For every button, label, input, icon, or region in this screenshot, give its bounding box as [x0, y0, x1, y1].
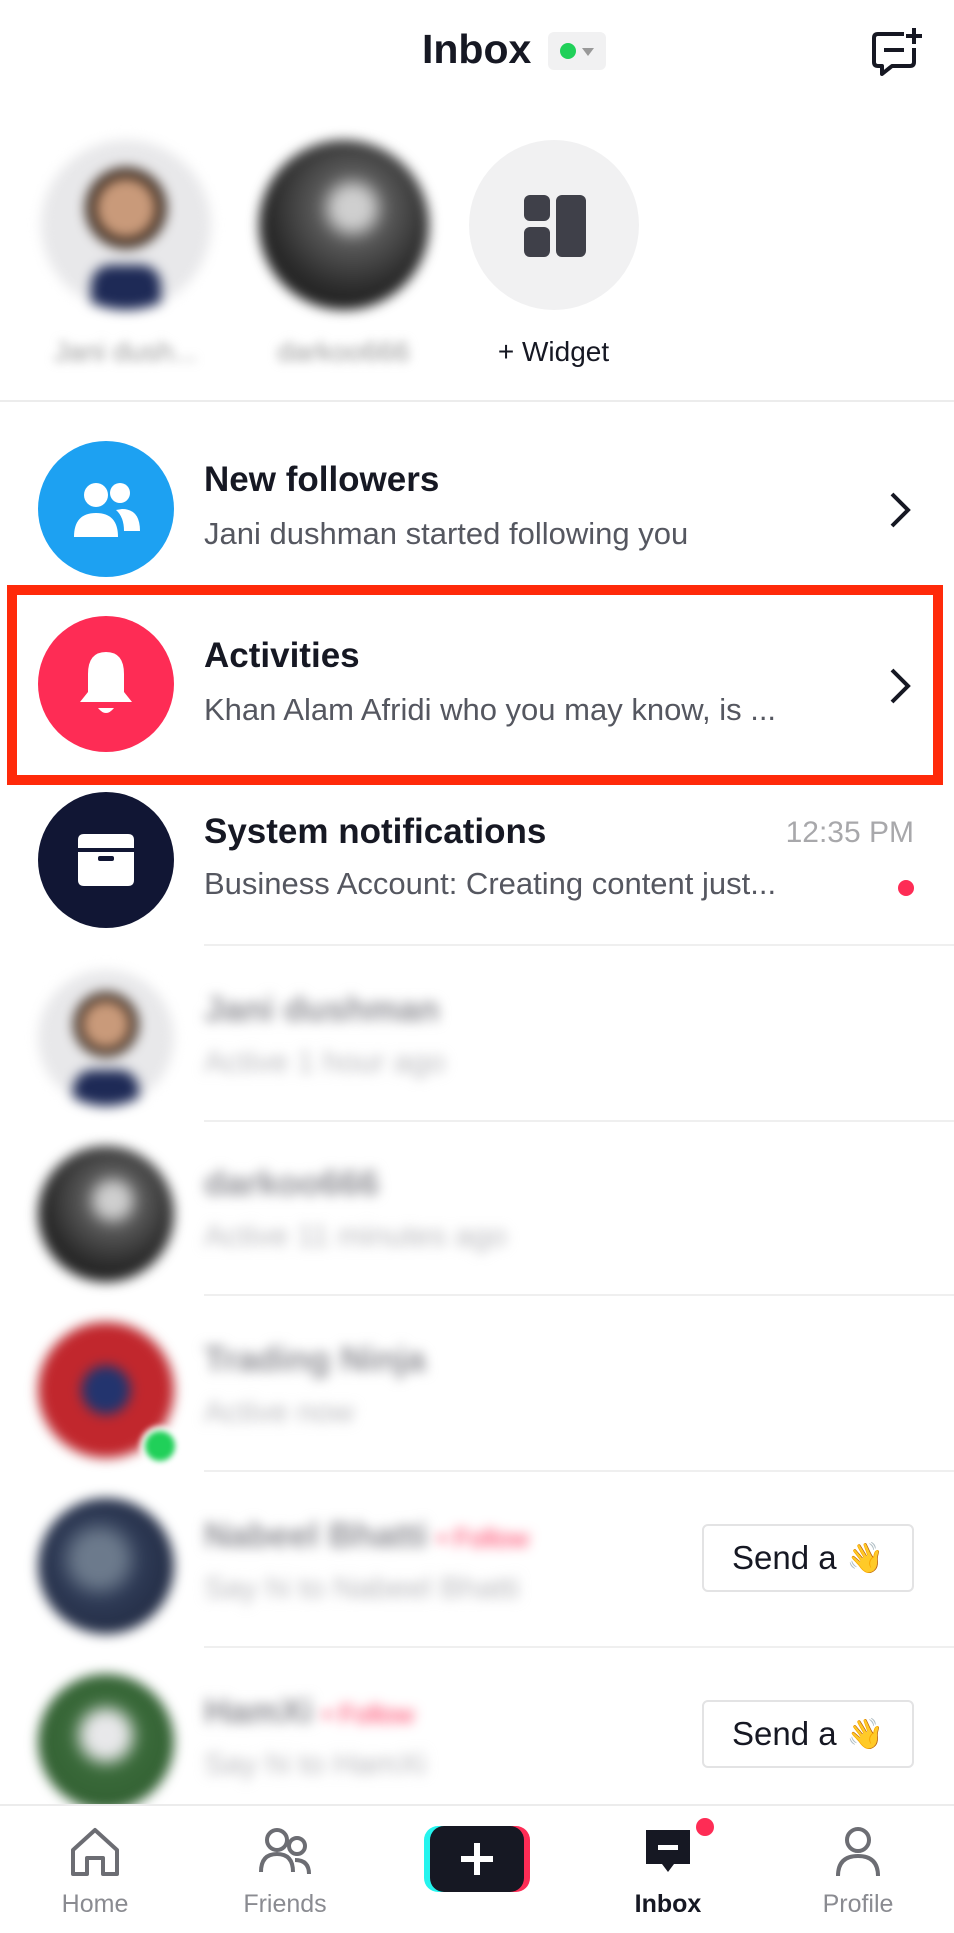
- avatar: [38, 970, 174, 1106]
- divider: [204, 1120, 954, 1122]
- avatar: [41, 140, 211, 310]
- page-title: Inbox: [422, 26, 532, 72]
- nav-label: Inbox: [634, 1890, 702, 1918]
- waving-hand-icon: 👋: [846, 1541, 884, 1575]
- chevron-right-icon: [890, 492, 911, 528]
- online-badge: [140, 1426, 180, 1466]
- send-button-label: Send a: [732, 1715, 837, 1752]
- stories-row: Jani dush... darkoo666 + Widget: [0, 130, 954, 370]
- friends-icon: [259, 1828, 311, 1875]
- divider: [204, 1646, 954, 1648]
- people-icon: [74, 483, 140, 537]
- nav-profile[interactable]: Profile: [788, 1824, 928, 1924]
- system-notifications-avatar: [38, 792, 174, 928]
- conversation-status: Active 1 hour ago: [204, 1044, 446, 1079]
- status-toggle[interactable]: [548, 32, 606, 70]
- conversation-name: darkoo666: [204, 1164, 380, 1203]
- send-button-label: Send a: [732, 1539, 837, 1576]
- divider: [0, 400, 954, 402]
- unread-dot: [898, 880, 914, 896]
- divider: [204, 944, 954, 946]
- avatar: [38, 1674, 174, 1810]
- nav-label: Home: [61, 1890, 129, 1918]
- divider: [204, 1294, 954, 1296]
- widget-grid-icon: [524, 195, 586, 257]
- conversation-status: Active 11 minutes ago: [204, 1218, 507, 1253]
- waving-hand-icon: 👋: [846, 1717, 884, 1751]
- new-followers-row[interactable]: New followers Jani dushman started follo…: [0, 416, 954, 588]
- widget-button[interactable]: + Widget: [466, 140, 641, 370]
- avatar: [259, 140, 429, 310]
- conversation-status: Say hi to Nabeel Bhatti: [204, 1570, 520, 1605]
- follow-tag: • Follow: [322, 1699, 415, 1729]
- nav-friends[interactable]: Friends: [215, 1824, 355, 1924]
- home-icon: [71, 1828, 119, 1876]
- conversation-row[interactable]: Nabeel Bhatti • Follow Say hi to Nabeel …: [0, 1488, 954, 1660]
- conversation-name-text: Nabeel Bhatti: [204, 1516, 428, 1555]
- system-notifications-row[interactable]: System notifications 12:35 PM Business A…: [0, 792, 954, 964]
- inbox-tray-icon: [78, 834, 134, 886]
- story-label: Jani dush...: [53, 336, 198, 367]
- header: Inbox: [0, 0, 954, 104]
- conversation-row[interactable]: Jani dushman Active 1 hour ago: [0, 960, 954, 1132]
- send-wave-button[interactable]: Send a 👋: [702, 1700, 914, 1768]
- timestamp: 12:35 PM: [785, 816, 914, 849]
- row-title: System notifications: [204, 812, 547, 851]
- conversation-name: Nabeel Bhatti • Follow: [204, 1516, 529, 1556]
- profile-icon: [836, 1827, 880, 1877]
- story-item[interactable]: darkoo666: [256, 140, 431, 370]
- row-subtitle: Business Account: Creating content just.…: [204, 866, 777, 901]
- bottom-nav: Home Friends Inbox Profile: [0, 1804, 954, 1933]
- highlight-box: [7, 585, 943, 785]
- conversation-name-text: HamXi: [204, 1692, 313, 1731]
- widget-label: + Widget: [497, 336, 610, 367]
- send-wave-button[interactable]: Send a 👋: [702, 1524, 914, 1592]
- nav-home[interactable]: Home: [25, 1824, 165, 1924]
- online-status-dot: [560, 43, 576, 59]
- conversation-row[interactable]: Trading Ninja Active now: [0, 1312, 954, 1484]
- nav-inbox[interactable]: Inbox: [598, 1818, 738, 1924]
- nav-label: Friends: [243, 1890, 327, 1918]
- nav-label: Profile: [822, 1890, 894, 1918]
- inbox-icon: [646, 1830, 690, 1872]
- conversation-status: Active now: [204, 1394, 354, 1429]
- avatar: [38, 1498, 174, 1634]
- conversation-status: Say hi to HamXi: [204, 1746, 427, 1781]
- notification-badge: [696, 1818, 714, 1836]
- follow-tag: • Follow: [437, 1523, 529, 1553]
- new-message-icon[interactable]: [870, 26, 926, 78]
- story-item[interactable]: Jani dush...: [38, 140, 213, 370]
- conversation-name: HamXi • Follow: [204, 1692, 414, 1732]
- conversation-name: Trading Ninja: [204, 1340, 426, 1379]
- new-followers-avatar: [38, 441, 174, 577]
- divider: [204, 1470, 954, 1472]
- caret-down-icon: [582, 48, 594, 56]
- row-title: New followers: [204, 460, 440, 499]
- row-subtitle: Jani dushman started following you: [204, 516, 689, 551]
- plus-icon: [461, 1843, 493, 1875]
- create-button[interactable]: [424, 1826, 530, 1892]
- avatar: [38, 1146, 174, 1282]
- conversation-name: Jani dushman: [204, 990, 440, 1029]
- widget-circle: [469, 140, 639, 310]
- story-label: darkoo666: [277, 336, 410, 367]
- conversation-row[interactable]: darkoo666 Active 11 minutes ago: [0, 1136, 954, 1308]
